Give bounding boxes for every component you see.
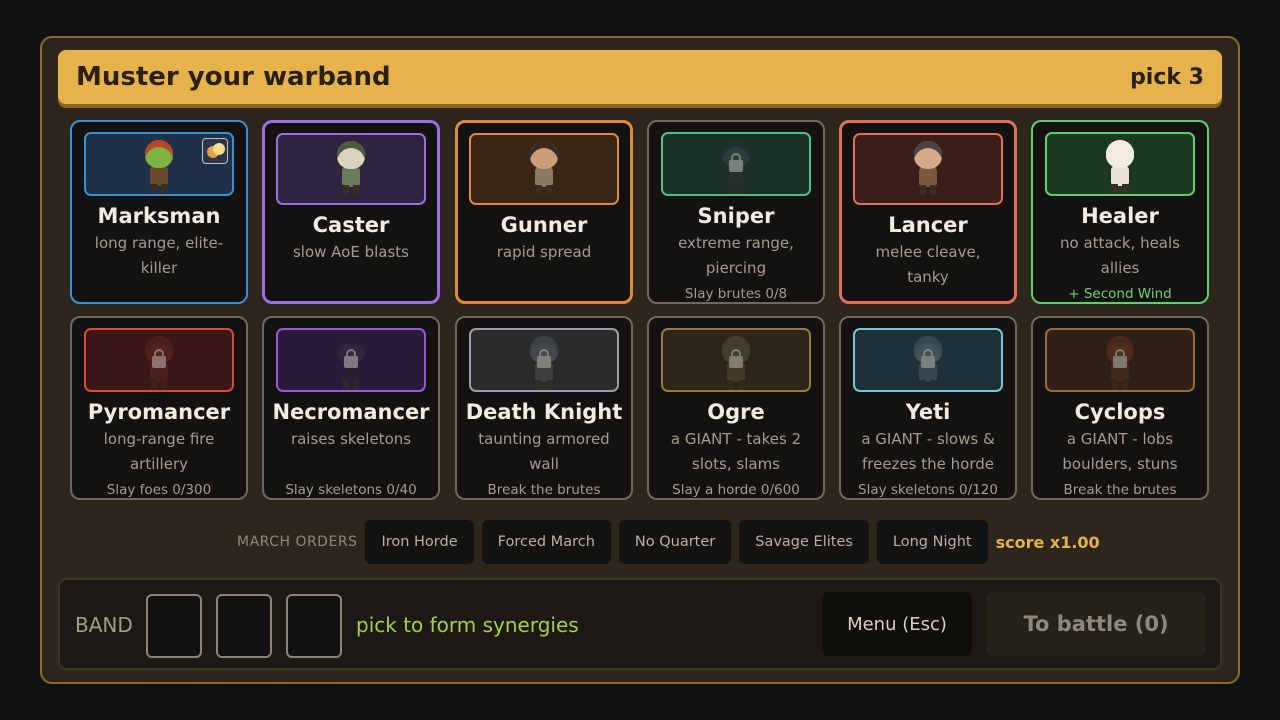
pyromancer-icon bbox=[141, 334, 177, 390]
yeti-icon bbox=[910, 334, 946, 390]
unit-description: a GIANT - slows & freezes the horde bbox=[861, 430, 995, 473]
unit-card-gunner[interactable]: Gunner rapid spread bbox=[455, 120, 633, 304]
synergy-badge-icon bbox=[202, 138, 228, 164]
cyclops-icon bbox=[1102, 334, 1138, 390]
unit-description: raises skeletons bbox=[290, 430, 412, 448]
unit-description: a GIANT - lobs boulders, stuns bbox=[1062, 430, 1178, 473]
unit-name: Sniper bbox=[697, 204, 775, 228]
unit-name: Cyclops bbox=[1074, 400, 1166, 424]
march-orders-label: MARCH ORDERS bbox=[237, 534, 358, 550]
unit-portrait bbox=[853, 328, 1003, 392]
unit-name: Caster bbox=[312, 213, 390, 237]
unit-portrait bbox=[661, 328, 811, 392]
unit-description: extreme range, piercing bbox=[678, 234, 794, 277]
order-iron-horde-button[interactable]: Iron Horde bbox=[365, 520, 474, 564]
unit-card-cyclops[interactable]: Cyclops a GIANT - lobs boulders, stuns Bre… bbox=[1031, 316, 1209, 500]
unlock-requirement: Break the brutes bbox=[487, 482, 601, 498]
unit-portrait bbox=[84, 132, 234, 196]
order-long-night-button[interactable]: Long Night bbox=[876, 520, 988, 564]
death-knight-icon bbox=[526, 334, 562, 390]
unit-description: slow AoE blasts bbox=[292, 243, 409, 261]
lock-icon bbox=[729, 349, 743, 368]
lock-icon bbox=[152, 349, 166, 368]
unit-card-ogre[interactable]: Ogre a GIANT - takes 2 slots, slams Slay a… bbox=[647, 316, 825, 500]
unit-name: Ogre bbox=[707, 400, 765, 424]
unit-perk: + Second Wind bbox=[1068, 286, 1172, 302]
unit-portrait bbox=[469, 133, 619, 205]
band-bar: BAND pick to form synergies Menu (Esc) T… bbox=[58, 578, 1222, 670]
unit-description: long-range fire artillery bbox=[103, 430, 215, 473]
lancer-icon bbox=[910, 139, 946, 197]
unit-description: a GIANT - takes 2 slots, slams bbox=[670, 430, 802, 473]
unlock-requirement: Slay foes 0/300 bbox=[106, 482, 212, 498]
order-forced-march-button[interactable]: Forced March bbox=[481, 520, 611, 564]
unit-card-marksman[interactable]: Marksman long range, elite-killer bbox=[70, 120, 248, 304]
unit-description: long range, elite-killer bbox=[94, 234, 224, 277]
unlock-requirement: Slay brutes 0/8 bbox=[684, 286, 788, 302]
unit-portrait bbox=[469, 328, 619, 392]
unlock-requirement: Slay skeletons 0/120 bbox=[858, 482, 998, 498]
synergy-hint: pick to form synergies bbox=[356, 613, 579, 637]
unit-card-necromancer[interactable]: Necromancer raises skeletons Slay skeleton… bbox=[262, 316, 440, 500]
unit-name: Pyromancer bbox=[87, 400, 231, 424]
band-label: BAND bbox=[75, 613, 133, 637]
unit-description: taunting armored wall bbox=[478, 430, 610, 473]
order-savage-elites-button[interactable]: Savage Elites bbox=[739, 520, 869, 564]
gunner-icon bbox=[526, 139, 562, 197]
unit-card-pyromancer[interactable]: Pyromancer long-range fire artillery Slay … bbox=[70, 316, 248, 500]
unlock-requirement: Slay a horde 0/600 bbox=[672, 482, 800, 498]
band-slot-3[interactable] bbox=[286, 594, 342, 658]
order-no-quarter-button[interactable]: No Quarter bbox=[618, 520, 732, 564]
unit-name: Yeti bbox=[905, 400, 951, 424]
march-orders: MARCH ORDERS Iron Horde Forced March No … bbox=[237, 520, 1100, 564]
menu-button[interactable]: Menu (Esc) bbox=[822, 592, 972, 656]
title-bar: Muster your warband pick 3 bbox=[58, 50, 1222, 104]
healer-icon bbox=[1102, 138, 1138, 194]
unit-portrait bbox=[1045, 132, 1195, 196]
unit-name: Healer bbox=[1081, 204, 1159, 228]
unit-card-yeti[interactable]: Yeti a GIANT - slows & freezes the horde S… bbox=[839, 316, 1017, 500]
unit-name: Lancer bbox=[888, 213, 968, 237]
band-slot-1[interactable] bbox=[146, 594, 202, 658]
necromancer-icon bbox=[333, 334, 369, 390]
unit-portrait bbox=[1045, 328, 1195, 392]
unit-card-healer[interactable]: Healer no attack, heals allies + Second Wi… bbox=[1031, 120, 1209, 304]
lock-icon bbox=[537, 349, 551, 368]
unit-portrait bbox=[661, 132, 811, 196]
lock-icon bbox=[1113, 349, 1127, 368]
score-multiplier: score x1.00 bbox=[995, 532, 1100, 552]
unit-portrait bbox=[84, 328, 234, 392]
unit-description: melee cleave, tanky bbox=[875, 243, 981, 286]
ogre-icon bbox=[718, 334, 754, 390]
unit-name: Marksman bbox=[97, 204, 221, 228]
unit-card-death-knight[interactable]: Death Knight taunting armored wall Break t… bbox=[455, 316, 633, 500]
unit-description: no attack, heals allies bbox=[1060, 234, 1180, 277]
unit-card-lancer[interactable]: Lancer melee cleave, tanky bbox=[839, 120, 1017, 304]
goblin-archer-icon bbox=[141, 138, 177, 194]
lock-icon bbox=[921, 349, 935, 368]
band-slot-2[interactable] bbox=[216, 594, 272, 658]
unit-name: Necromancer bbox=[272, 400, 430, 424]
skeleton-mage-icon bbox=[333, 139, 369, 197]
pick-count: pick 3 bbox=[1130, 64, 1204, 90]
unit-name: Death Knight bbox=[465, 400, 623, 424]
lock-icon bbox=[344, 349, 358, 368]
unit-portrait bbox=[276, 328, 426, 392]
unlock-requirement: Break the brutes bbox=[1063, 482, 1177, 498]
page-title: Muster your warband bbox=[76, 62, 391, 92]
unit-description: rapid spread bbox=[496, 243, 592, 261]
sniper-icon bbox=[718, 138, 754, 194]
lock-icon bbox=[729, 153, 743, 172]
unit-grid: Marksman long range, elite-killer Caster sl… bbox=[70, 120, 1210, 500]
unit-card-sniper[interactable]: Sniper extreme range, piercing Slay brutes… bbox=[647, 120, 825, 304]
unit-name: Gunner bbox=[500, 213, 588, 237]
unit-portrait bbox=[853, 133, 1003, 205]
unlock-requirement: Slay skeletons 0/40 bbox=[285, 482, 417, 498]
unit-card-caster[interactable]: Caster slow AoE blasts bbox=[262, 120, 440, 304]
to-battle-button[interactable]: To battle (0) bbox=[986, 592, 1206, 656]
unit-portrait bbox=[276, 133, 426, 205]
